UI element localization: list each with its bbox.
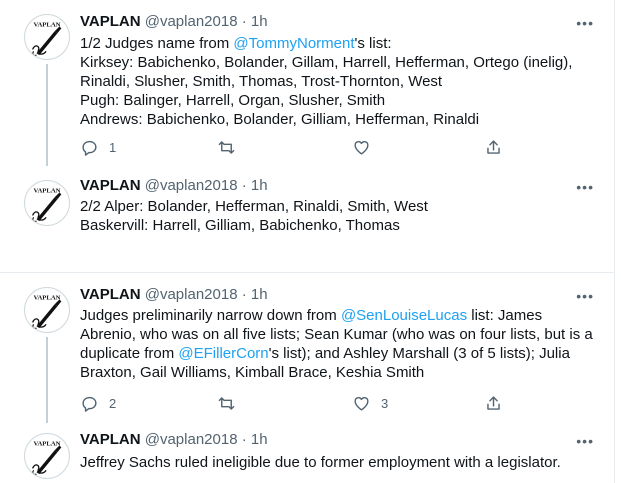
- tweet-text: 1/2 Judges name from @TommyNorment's lis…: [80, 34, 600, 129]
- more-icon[interactable]: •••: [576, 180, 594, 194]
- more-icon[interactable]: •••: [576, 16, 594, 30]
- avatar-logo: VAPLAN: [32, 21, 62, 56]
- separator-dot: ·: [241, 286, 247, 303]
- avatar[interactable]: VAPLAN: [24, 14, 70, 60]
- share-button[interactable]: [484, 393, 503, 413]
- thread-line: [46, 64, 48, 166]
- display-name[interactable]: VAPLAN: [80, 286, 141, 303]
- reply-count: 2: [109, 395, 117, 411]
- like-button[interactable]: [352, 137, 371, 157]
- tweet-line: 1/2 Judges name from @TommyNorment's lis…: [80, 35, 392, 52]
- retweet-icon: [218, 140, 235, 154]
- avatar-logo: VAPLAN: [32, 187, 62, 222]
- tweet-header: VAPLAN @vaplan2018 · 1h: [80, 176, 268, 196]
- tweet-line: duplicate from @EFillerCorn's list); and…: [80, 345, 570, 362]
- mention-link[interactable]: @EFillerCorn: [178, 345, 268, 362]
- tweet-line: Andrews: Babichenko, Bolander, Gilliam, …: [80, 111, 480, 128]
- tweet[interactable]: VAPLAN VAPLAN @vaplan2018 · 1h ••• Judge…: [0, 273, 614, 423]
- avatar[interactable]: VAPLAN: [24, 180, 70, 226]
- tweet-line: Kirksey: Babichenko, Bolander, Gillam, H…: [80, 54, 573, 71]
- tweet-header: VAPLAN @vaplan2018 · 1h: [80, 285, 268, 305]
- tweet-line: 2/2 Alper: Bolander, Hefferman, Rinaldi,…: [80, 198, 428, 215]
- retweet-button[interactable]: [217, 137, 236, 157]
- tweet-header: VAPLAN @vaplan2018 · 1h: [80, 12, 268, 32]
- like-button[interactable]: 3: [352, 393, 388, 413]
- timestamp[interactable]: 1h: [251, 431, 268, 448]
- thread-line: [46, 337, 48, 423]
- tweet-text: Jeffrey Sachs ruled ineligible due to fo…: [80, 453, 600, 472]
- like-icon: [354, 396, 369, 411]
- like-icon: [354, 140, 369, 155]
- timeline-border: [614, 0, 615, 483]
- more-icon[interactable]: •••: [576, 289, 594, 303]
- tweet-line: Pugh: Balinger, Harrell, Organ, Slusher,…: [80, 92, 386, 109]
- tweet-line: Braxton, Gail Williams, Kimball Brace, K…: [80, 364, 425, 381]
- tweet-header: VAPLAN @vaplan2018 · 1h: [80, 430, 268, 450]
- svg-text:VAPLAN: VAPLAN: [33, 21, 60, 28]
- avatar[interactable]: VAPLAN: [24, 433, 70, 479]
- retweet-icon: [218, 396, 235, 410]
- handle[interactable]: @vaplan2018: [145, 286, 238, 303]
- tweet[interactable]: VAPLAN VAPLAN @vaplan2018 · 1h ••• 2/2 A…: [0, 170, 614, 272]
- avatar-logo: VAPLAN: [32, 440, 62, 475]
- tweet[interactable]: VAPLAN VAPLAN @vaplan2018 · 1h ••• Jeffr…: [0, 423, 614, 483]
- mention-link[interactable]: @TommyNorment: [233, 35, 354, 52]
- reply-icon: [82, 396, 97, 412]
- handle[interactable]: @vaplan2018: [145, 177, 238, 194]
- reply-count: 1: [109, 139, 117, 155]
- svg-text:VAPLAN: VAPLAN: [33, 440, 60, 447]
- avatar-logo: VAPLAN: [32, 294, 62, 329]
- tweet-line: Judges preliminarily narrow down from @S…: [80, 307, 543, 324]
- tweet-text: Judges preliminarily narrow down from @S…: [80, 306, 600, 382]
- tweet-text: 2/2 Alper: Bolander, Hefferman, Rinaldi,…: [80, 197, 600, 235]
- share-icon: [487, 395, 500, 410]
- reply-icon: [82, 140, 97, 156]
- tweet-line: Jeffrey Sachs ruled ineligible due to fo…: [80, 454, 561, 471]
- separator-dot: ·: [241, 13, 247, 30]
- handle[interactable]: @vaplan2018: [145, 431, 238, 448]
- like-count: 3: [381, 395, 389, 411]
- timestamp[interactable]: 1h: [251, 286, 268, 303]
- separator-dot: ·: [241, 177, 247, 194]
- reply-button[interactable]: 1: [80, 137, 116, 157]
- display-name[interactable]: VAPLAN: [80, 177, 141, 194]
- avatar[interactable]: VAPLAN: [24, 287, 70, 333]
- retweet-button[interactable]: [217, 393, 236, 413]
- svg-text:VAPLAN: VAPLAN: [33, 187, 60, 194]
- timestamp[interactable]: 1h: [251, 13, 268, 30]
- tweet-line: Rinaldi, Slusher, Smith, Thomas, Trost-T…: [80, 73, 443, 90]
- tweet-actions: 2 3: [80, 393, 510, 413]
- share-icon: [487, 139, 500, 154]
- display-name[interactable]: VAPLAN: [80, 13, 141, 30]
- tweet-line: Abrenio, who was on all five lists; Sean…: [80, 326, 593, 343]
- tweet-actions: 1: [80, 137, 510, 157]
- more-icon[interactable]: •••: [576, 434, 594, 448]
- handle[interactable]: @vaplan2018: [145, 13, 238, 30]
- svg-text:VAPLAN: VAPLAN: [33, 294, 60, 301]
- share-button[interactable]: [484, 137, 503, 157]
- mention-link[interactable]: @SenLouiseLucas: [341, 307, 467, 324]
- display-name[interactable]: VAPLAN: [80, 431, 141, 448]
- tweet[interactable]: VAPLAN VAPLAN @vaplan2018 · 1h ••• 1/2 J…: [0, 0, 614, 170]
- reply-button[interactable]: 2: [80, 393, 116, 413]
- timestamp[interactable]: 1h: [251, 177, 268, 194]
- tweet-line: Baskervill: Harrell, Gilliam, Babichenko…: [80, 217, 400, 234]
- separator-dot: ·: [241, 431, 247, 448]
